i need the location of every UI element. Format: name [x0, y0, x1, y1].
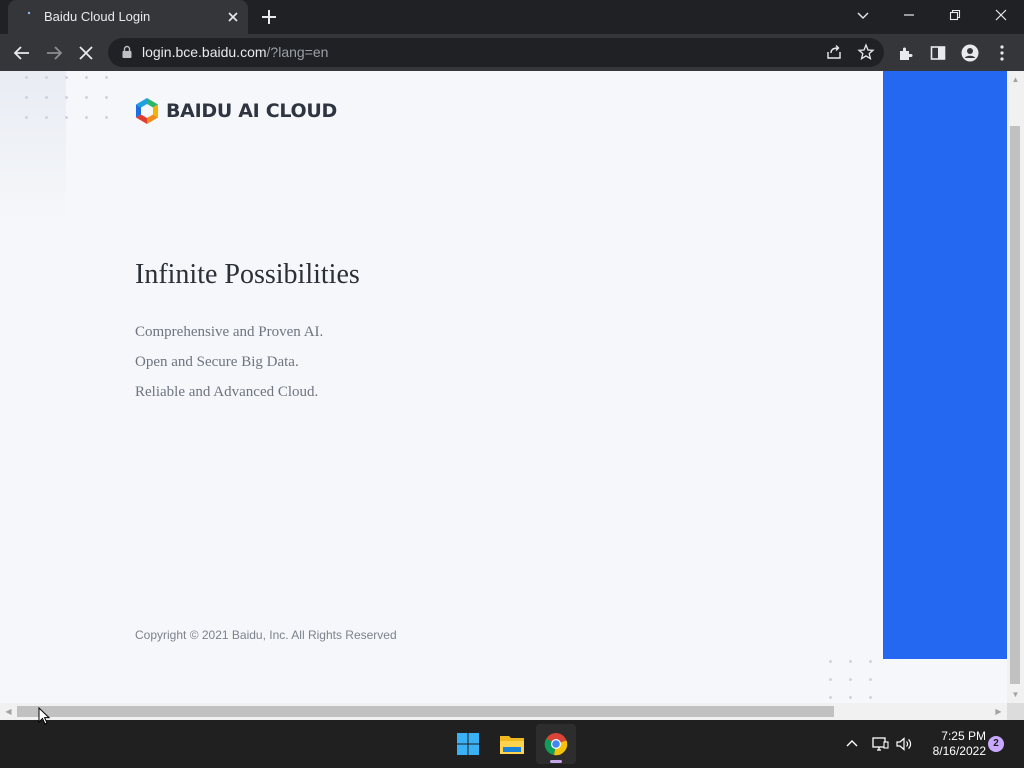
- browser-tab[interactable]: Baidu Cloud Login: [8, 0, 248, 34]
- stop-loading-icon[interactable]: [75, 42, 97, 64]
- tab-title: Baidu Cloud Login: [44, 9, 151, 24]
- url-host: login.bce.baidu.com: [142, 44, 267, 60]
- vertical-scrollbar[interactable]: ▲ ▼: [1007, 71, 1024, 703]
- chrome-icon[interactable]: [536, 724, 576, 764]
- url-text[interactable]: login.bce.baidu.com/?lang=en: [142, 44, 328, 60]
- tab-search-icon[interactable]: [850, 4, 876, 26]
- back-icon[interactable]: [11, 42, 33, 64]
- browser-title-bar: Baidu Cloud Login: [0, 0, 1024, 34]
- page-viewport: BAIDU AI CLOUD Infinite Possibilities Co…: [0, 71, 1024, 720]
- side-panel-icon[interactable]: [927, 42, 949, 64]
- active-app-indicator: [550, 760, 562, 763]
- windows-taskbar: 7:25 PM 8/16/2022 2: [0, 720, 1024, 768]
- logo-text: BAIDU AI CLOUD: [166, 100, 337, 122]
- scroll-left-arrow-icon[interactable]: ◀: [4, 706, 13, 717]
- scroll-down-arrow-icon[interactable]: ▼: [1011, 690, 1020, 699]
- decorative-dots: [25, 76, 108, 119]
- screen: Baidu Cloud Login login.bce.baidu.com/?l…: [0, 0, 1024, 768]
- notification-badge[interactable]: 2: [988, 736, 1004, 752]
- profile-icon[interactable]: [959, 42, 981, 64]
- scroll-right-arrow-icon[interactable]: ▶: [994, 706, 1003, 717]
- feature-text: Reliable and Advanced Cloud.: [135, 384, 319, 400]
- volume-icon[interactable]: [894, 734, 914, 754]
- chevron-up-icon[interactable]: [842, 734, 862, 754]
- extensions-icon[interactable]: [895, 42, 917, 64]
- copyright-text: Copyright © 2021 Baidu, Inc. All Rights …: [135, 628, 397, 642]
- system-clock[interactable]: 7:25 PM 8/16/2022: [920, 729, 986, 759]
- network-icon[interactable]: [870, 734, 890, 754]
- decorative-dots: [829, 660, 872, 699]
- lock-icon[interactable]: [120, 45, 134, 59]
- login-panel: [883, 71, 1007, 659]
- minimize-icon[interactable]: [896, 4, 922, 26]
- clock-date: 8/16/2022: [932, 744, 986, 758]
- feature-text: Open and Secure Big Data.: [135, 354, 299, 370]
- horizontal-scroll-thumb[interactable]: [17, 706, 834, 717]
- feature-text: Comprehensive and Proven AI.: [135, 324, 324, 340]
- browser-toolbar: login.bce.baidu.com/?lang=en: [0, 34, 1024, 71]
- mouse-cursor-icon: [38, 707, 50, 725]
- close-tab-icon[interactable]: [224, 8, 242, 26]
- baidu-ai-cloud-logo[interactable]: BAIDU AI CLOUD: [134, 97, 337, 125]
- scrollbar-corner: [1007, 703, 1024, 720]
- close-window-icon[interactable]: [988, 4, 1014, 26]
- baidu-cloud-logo-icon: [136, 98, 158, 124]
- restore-icon[interactable]: [942, 4, 968, 26]
- vertical-scroll-thumb[interactable]: [1010, 126, 1020, 684]
- address-bar[interactable]: login.bce.baidu.com/?lang=en: [108, 38, 884, 67]
- start-icon[interactable]: [448, 724, 488, 764]
- bookmark-star-icon[interactable]: [857, 43, 875, 61]
- clock-time: 7:25 PM: [941, 729, 986, 743]
- file-explorer-icon[interactable]: [492, 724, 532, 764]
- scroll-up-arrow-icon[interactable]: ▲: [1011, 75, 1020, 84]
- url-path: /?lang=en: [266, 44, 329, 60]
- page-loading-icon: [27, 11, 31, 15]
- new-tab-icon[interactable]: [258, 6, 280, 28]
- horizontal-scrollbar[interactable]: ◀ ▶: [0, 703, 1007, 720]
- menu-kebab-icon[interactable]: [991, 42, 1013, 64]
- share-icon[interactable]: [825, 43, 843, 61]
- page-headline: Infinite Possibilities: [135, 259, 360, 290]
- forward-icon[interactable]: [43, 42, 65, 64]
